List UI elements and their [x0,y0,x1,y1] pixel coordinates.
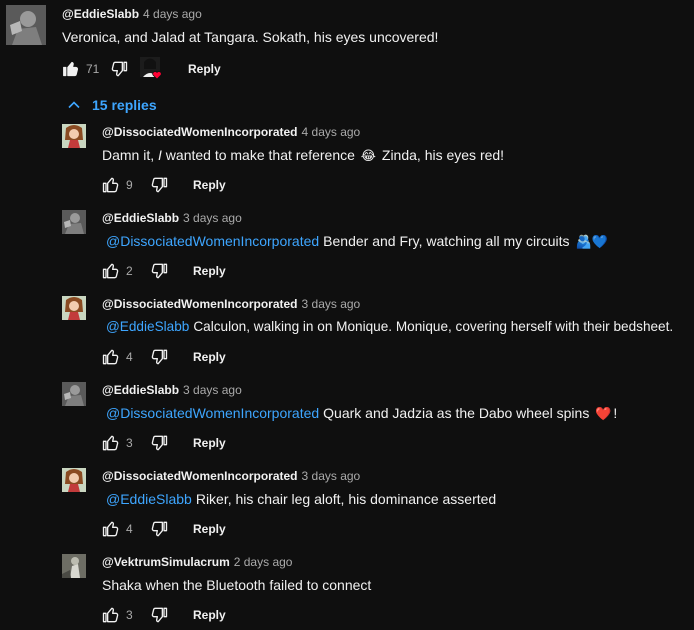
comment-text: Damn it, I wanted to make that reference… [102,147,504,164]
thumbs-up-icon[interactable] [100,432,122,454]
avatar[interactable] [6,5,46,45]
comment-header: @DissociatedWomenIncorporated 4 days ago [102,125,360,139]
author-name[interactable]: @EddieSlabb [102,211,179,225]
author-name[interactable]: @EddieSlabb [62,7,139,21]
timestamp[interactable]: 4 days ago [143,7,202,21]
mention-link[interactable]: @DissociatedWomenIncorporated [106,405,319,421]
avatar-image [6,5,46,45]
avatar-image [62,124,86,148]
thumbs-up-icon[interactable] [100,346,122,368]
hug-heart-emoji: 🫂💙 [575,234,608,249]
comment-actions: 71 Reply [60,57,221,81]
reply-button[interactable]: Reply [193,436,226,450]
mention-link[interactable]: @EddieSlabb [106,491,192,507]
text-segment: Bender and Fry, watching all my circuits [323,233,570,249]
text-segment: Quark and Jadzia as the Dabo wheel spins [323,405,590,421]
avatar[interactable] [62,124,86,148]
thumbs-up-icon[interactable] [100,174,122,196]
comment-actions: 4 Reply [100,517,226,541]
avatar[interactable] [62,296,86,320]
thumbs-down-icon[interactable] [148,260,170,282]
reply-button[interactable]: Reply [193,608,226,622]
thumbs-down-icon[interactable] [148,432,170,454]
text-segment: ! [613,405,618,421]
thumbs-up-icon[interactable] [100,518,122,540]
comment-text: @EddieSlabb Calculon, walking in on Moniq… [106,319,673,334]
comment-actions: 3 Reply [100,603,226,627]
comment-header: @EddieSlabb 4 days ago [62,7,202,21]
replies-toggle-button[interactable]: 15 replies [66,95,157,115]
avatar[interactable] [62,382,86,406]
thumbs-up-icon[interactable] [100,260,122,282]
text-segment: Calculon, walking in on Monique. Monique… [193,319,674,334]
like-count: 3 [126,436,133,450]
comment-text: Veronica, and Jalad at Tangara. Sokath, … [62,29,439,45]
heart-emoji: ❤️ [595,406,612,421]
text-segment: Zinda, his eyes red! [378,147,505,163]
like-count: 2 [126,264,133,278]
reply-button[interactable]: Reply [193,178,226,192]
author-name[interactable]: @DissociatedWomenIncorporated [102,469,298,483]
avatar-image [62,296,86,320]
timestamp[interactable]: 4 days ago [302,125,361,139]
laughing-emoji: 😂 [360,148,376,163]
author-name[interactable]: @EddieSlabb [102,383,179,397]
timestamp[interactable]: 2 days ago [234,555,293,569]
like-count: 71 [86,62,100,76]
comment-actions: 4 Reply [100,345,226,369]
avatar-image [62,554,86,578]
comment-header: @DissociatedWomenIncorporated 3 days ago [102,469,360,483]
text-segment: Damn it, [102,147,159,163]
chevron-up-icon [68,101,80,109]
comment-text: @DissociatedWomenIncorporated Quark and J… [106,405,617,422]
comment-actions: 9 Reply [100,173,226,197]
comment-text: @DissociatedWomenIncorporated Bender and … [106,233,610,250]
comment-header: @EddieSlabb 3 days ago [102,211,242,225]
like-count: 3 [126,608,133,622]
mention-link[interactable]: @DissociatedWomenIncorporated [106,233,319,249]
reply-button[interactable]: Reply [193,264,226,278]
comment-header: @DissociatedWomenIncorporated 3 days ago [102,297,360,311]
reply-button[interactable]: Reply [188,62,221,76]
timestamp[interactable]: 3 days ago [302,297,361,311]
thumbs-down-icon[interactable] [148,346,170,368]
thumbs-up-icon[interactable] [60,58,82,80]
creator-heart-icon [140,57,164,80]
text-segment: wanted to make that reference [161,147,359,163]
like-count: 4 [126,350,133,364]
text-segment: Riker, his chair leg aloft, his dominanc… [195,491,497,507]
mention-link[interactable]: @EddieSlabb [106,319,189,334]
comment-header: @EddieSlabb 3 days ago [102,383,242,397]
comment-text: Shaka when the Bluetooth failed to conne… [102,577,372,593]
replies-count-label: 15 replies [92,97,157,113]
avatar-image [62,210,86,234]
thumbs-down-icon[interactable] [148,604,170,626]
reply-button[interactable]: Reply [193,350,226,364]
thumbs-down-icon[interactable] [148,518,170,540]
timestamp[interactable]: 3 days ago [183,383,242,397]
avatar[interactable] [62,468,86,492]
comment-actions: 3 Reply [100,431,226,455]
author-name[interactable]: @DissociatedWomenIncorporated [102,125,298,139]
avatar[interactable] [62,554,86,578]
thumbs-down-icon[interactable] [108,58,130,80]
like-count: 9 [126,178,133,192]
like-count: 4 [126,522,133,536]
avatar-image [62,382,86,406]
timestamp[interactable]: 3 days ago [183,211,242,225]
comment-header: @VektrumSimulacrum 2 days ago [102,555,292,569]
thumbs-up-icon[interactable] [100,604,122,626]
avatar-image [62,468,86,492]
author-name[interactable]: @VektrumSimulacrum [102,555,230,569]
comment-text: @EddieSlabb Riker, his chair leg aloft, h… [106,491,496,507]
timestamp[interactable]: 3 days ago [302,469,361,483]
avatar[interactable] [62,210,86,234]
author-name[interactable]: @DissociatedWomenIncorporated [102,297,298,311]
thumbs-down-icon[interactable] [148,174,170,196]
reply-button[interactable]: Reply [193,522,226,536]
comment-actions: 2 Reply [100,259,226,283]
